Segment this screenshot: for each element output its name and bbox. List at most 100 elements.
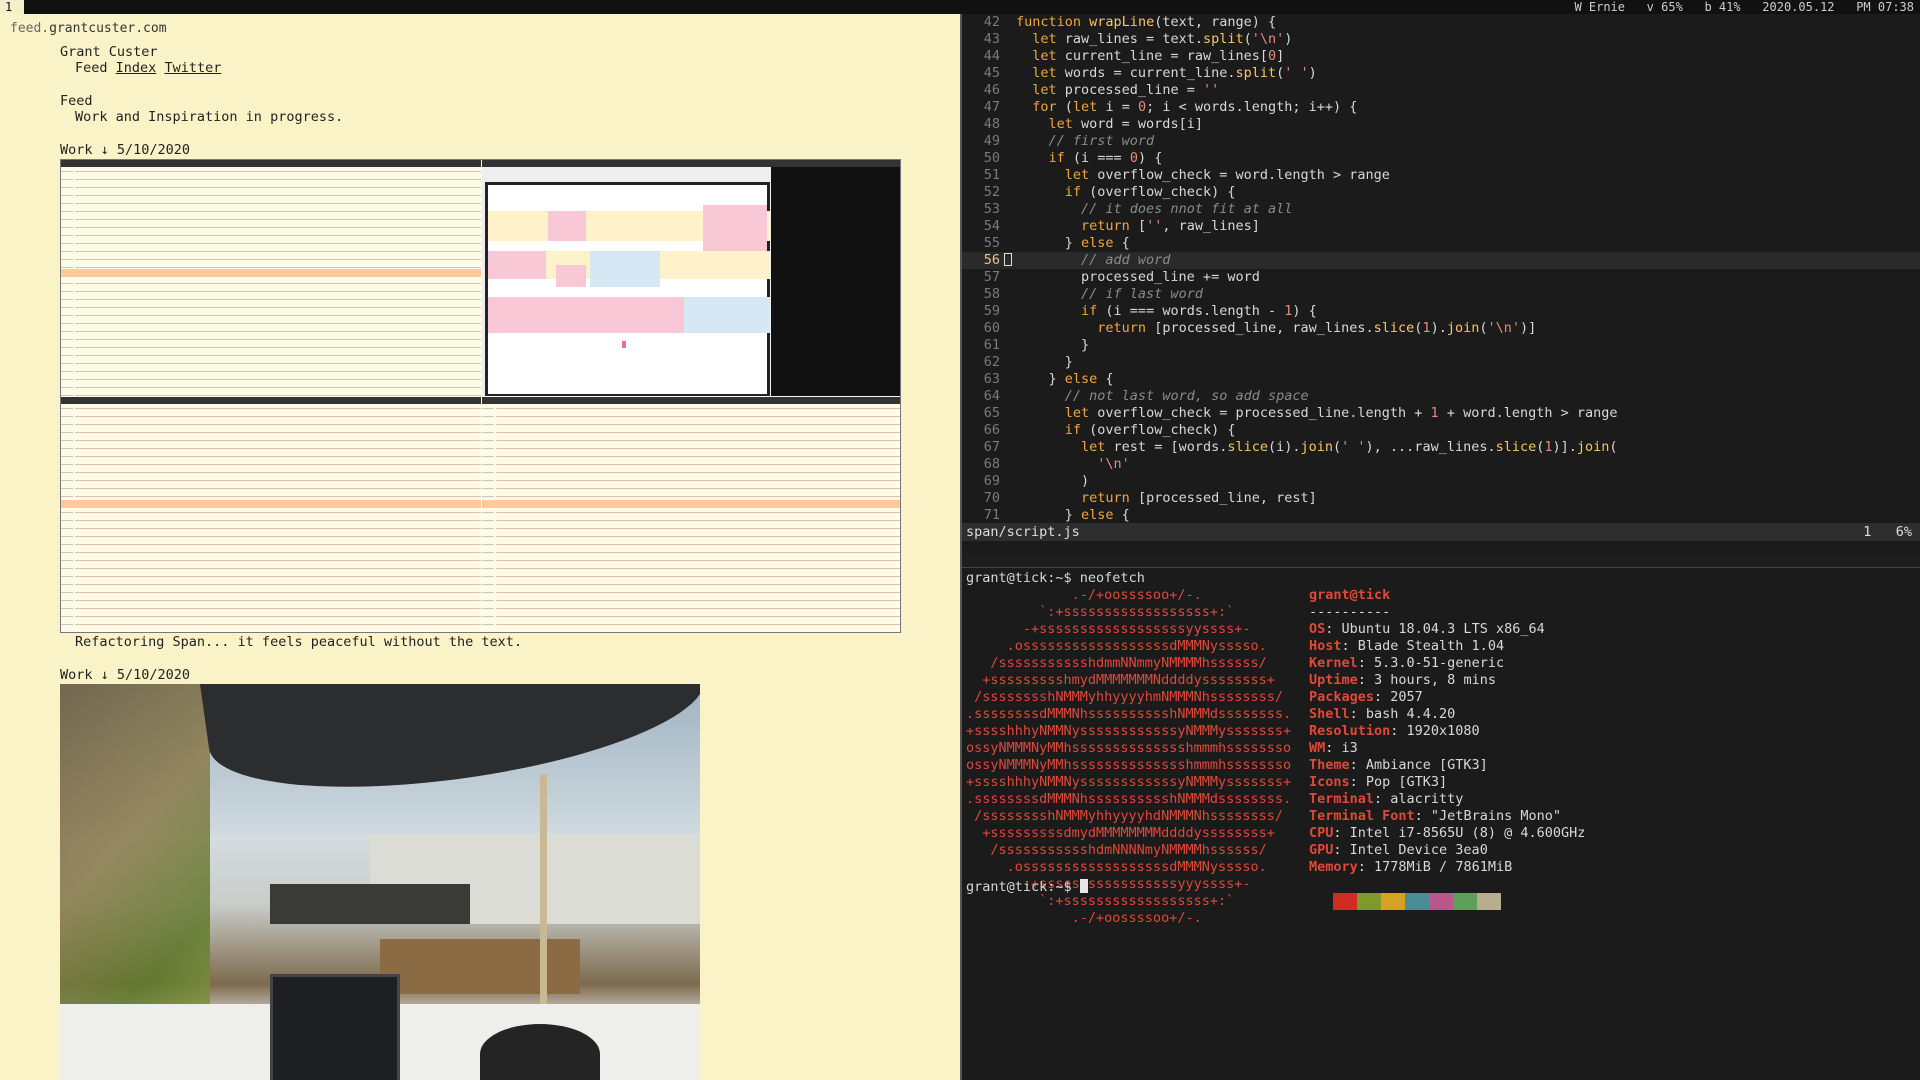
logo-line: .-/+oossssoo+/-. — [966, 587, 1202, 603]
code-line[interactable]: 58 // if last word — [962, 286, 1920, 303]
code-line[interactable]: 47 for (let i = 0; i < words.length; i++… — [962, 99, 1920, 116]
terminal-command: neofetch — [1079, 570, 1145, 586]
neofetch-user-host: grant@tick — [1309, 587, 1391, 603]
info-row: Memory: 1778MiB / 7861MiB — [1309, 859, 1512, 876]
line-number: 64 — [983, 388, 1000, 404]
code-line[interactable]: 61 } — [962, 337, 1920, 354]
line-number: 65 — [983, 405, 1000, 421]
info-row: OS: Ubuntu 18.04.3 LTS x86_64 — [1309, 621, 1545, 638]
editor-statusline: span/script.js 1 6% — [962, 523, 1920, 541]
nav-index-link[interactable]: Index — [116, 60, 157, 76]
workspace-indicator[interactable]: 1 — [0, 0, 24, 14]
code-line[interactable]: 54 return ['', raw_lines] — [962, 218, 1920, 235]
post-header-2[interactable]: Work ↓ 5/10/2020 — [60, 667, 940, 683]
code-line[interactable]: 70 return [processed_line, rest] — [962, 490, 1920, 507]
code-text: let raw_lines = text.split('\n') — [1032, 31, 1293, 47]
info-row: GPU: Intel Device 3ea0 — [1309, 842, 1488, 859]
info-row: Icons: Pop [GTK3] — [1309, 774, 1447, 791]
info-value: : Intel i7-8565U (8) @ 4.600GHz — [1333, 825, 1586, 841]
info-row: Terminal: alacritty — [1309, 791, 1463, 808]
info-key: Terminal Font — [1309, 808, 1415, 824]
browser-window: feed.grantcuster.com Grant Custer Feed I… — [0, 14, 960, 1080]
palette-swatch — [1453, 893, 1477, 910]
palette-swatch — [1381, 893, 1405, 910]
editor-buffer[interactable]: 42 function wrapLine(text, range) {43 let… — [962, 14, 1920, 524]
post-header[interactable]: Work ↓ 5/10/2020 — [60, 142, 940, 158]
info-value: : Pop [GTK3] — [1349, 774, 1448, 790]
code-text: function wrapLine(text, range) { — [1016, 14, 1277, 30]
info-row: Host: Blade Stealth 1.04 — [1309, 638, 1504, 655]
site-nav: Feed Index Twitter — [60, 60, 940, 76]
terminal[interactable]: grant@tick:~$ neofetch .-/+oossssoo+/-. … — [962, 567, 1920, 1080]
code-line[interactable]: 56 // add word — [962, 252, 1920, 269]
code-text: return ['', raw_lines] — [1081, 218, 1260, 234]
nav-twitter-link[interactable]: Twitter — [164, 60, 221, 76]
code-text: '\n' — [1097, 456, 1130, 472]
info-row: Terminal Font: "JetBrains Mono" — [1309, 808, 1561, 825]
info-key: Kernel — [1309, 655, 1358, 671]
terminal-command-line: grant@tick:~$ neofetch — [966, 570, 1145, 587]
line-number: 46 — [983, 82, 1000, 98]
code-line[interactable]: 50 if (i === 0) { — [962, 150, 1920, 167]
editor-filename: span/script.js — [966, 524, 1080, 540]
code-line[interactable]: 46 let processed_line = '' — [962, 82, 1920, 99]
code-text: let overflow_check = word.length > range — [1064, 167, 1390, 183]
logo-line: .ossssssssssssssssssdMMMNysssso. — [966, 638, 1267, 654]
palette-swatch — [1429, 893, 1453, 910]
code-line[interactable]: 42 function wrapLine(text, range) { — [962, 14, 1920, 31]
code-line[interactable]: 45 let words = current_line.split(' ') — [962, 65, 1920, 82]
code-line[interactable]: 51 let overflow_check = word.length > ra… — [962, 167, 1920, 184]
code-line[interactable]: 60 return [processed_line, raw_lines.sli… — [962, 320, 1920, 337]
code-line[interactable]: 71 } else { — [962, 507, 1920, 524]
code-line[interactable]: 59 if (i === words.length - 1) { — [962, 303, 1920, 320]
code-text: if (overflow_check) { — [1064, 422, 1236, 438]
code-text: if (i === 0) { — [1048, 150, 1163, 166]
code-line[interactable]: 69 ) — [962, 473, 1920, 490]
info-row: Kernel: 5.3.0-51-generic — [1309, 655, 1504, 672]
logo-line: -+ssssssssssssssssssyyssss+- — [966, 621, 1251, 637]
code-line[interactable]: 65 let overflow_check = processed_line.l… — [962, 405, 1920, 422]
info-key: Memory — [1309, 859, 1358, 875]
logo-line: +sssssssssdmydMMMMMMMMddddyssssssss+ — [966, 825, 1275, 841]
code-line[interactable]: 48 let word = words[i] — [962, 116, 1920, 133]
code-line[interactable]: 64 // not last word, so add space — [962, 388, 1920, 405]
info-row: Uptime: 3 hours, 8 mins — [1309, 672, 1496, 689]
code-text: // not last word, so add space — [1064, 388, 1309, 404]
palette-swatch — [1357, 893, 1381, 910]
terminal-input-line[interactable]: grant@tick:~$ — [966, 879, 1088, 896]
code-line[interactable]: 67 let rest = [words.slice(i).join(' '),… — [962, 439, 1920, 456]
code-line[interactable]: 53 // it does nnot fit at all — [962, 201, 1920, 218]
line-number: 43 — [983, 31, 1000, 47]
line-number: 53 — [983, 201, 1000, 217]
code-line[interactable]: 44 let current_line = raw_lines[0] — [962, 48, 1920, 65]
code-line[interactable]: 63 } else { — [962, 371, 1920, 388]
code-line[interactable]: 43 let raw_lines = text.split('\n') — [962, 31, 1920, 48]
url-prefix: feed. — [10, 21, 50, 36]
logo-line: ossyNMMMNyMMhsssssssssssssshmmmhssssssso — [966, 757, 1292, 773]
code-editor[interactable]: 42 function wrapLine(text, range) {43 let… — [962, 14, 1920, 554]
logo-line: ossyNMMMNyMMhsssssssssssssshmmmhssssssso — [966, 740, 1292, 756]
info-value: : Ambiance [GTK3] — [1349, 757, 1488, 773]
palette-swatch — [1477, 893, 1501, 910]
code-line[interactable]: 66 if (overflow_check) { — [962, 422, 1920, 439]
info-key: Uptime — [1309, 672, 1358, 688]
page-heading: Feed — [60, 93, 93, 109]
code-line[interactable]: 62 } — [962, 354, 1920, 371]
post-photo-image[interactable] — [60, 684, 700, 1080]
line-number: 61 — [983, 337, 1000, 353]
post-screenshot-image[interactable] — [60, 159, 901, 633]
code-text: // if last word — [1081, 286, 1203, 302]
palette-swatch — [1405, 893, 1429, 910]
code-text: } — [1016, 354, 1073, 370]
code-line[interactable]: 57 processed_line += word — [962, 269, 1920, 286]
info-value: : 1920x1080 — [1390, 723, 1480, 739]
url-bar[interactable]: feed.grantcuster.com — [0, 14, 960, 44]
code-line[interactable]: 55 } else { — [962, 235, 1920, 252]
palette-swatch — [1333, 893, 1357, 910]
screenshot-code-pane-2 — [482, 397, 900, 632]
code-line[interactable]: 52 if (overflow_check) { — [962, 184, 1920, 201]
code-line[interactable]: 68 '\n' — [962, 456, 1920, 473]
code-line[interactable]: 49 // first word — [962, 133, 1920, 150]
logo-line: /sssssssshNMMMyhhyyyyhmNMMMNhssssssss/ — [966, 689, 1283, 705]
line-number: 59 — [983, 303, 1000, 319]
